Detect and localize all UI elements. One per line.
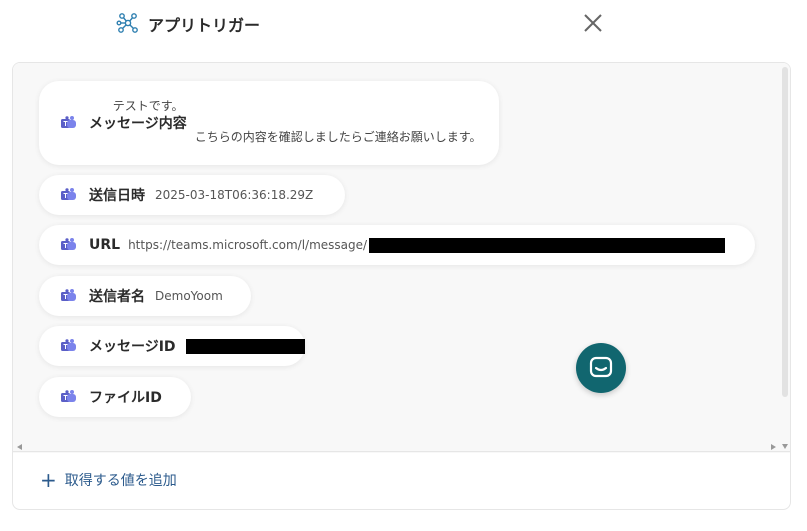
teams-icon <box>61 238 76 250</box>
teams-icon <box>61 339 76 351</box>
add-value-label: 取得する値を追加 <box>64 473 177 489</box>
field-value: https://teams.microsoft.com/l/message/ <box>128 238 368 252</box>
message-line-2: こちらの内容を確認しましたらご連絡お願いします。 <box>194 130 482 144</box>
field-file-id[interactable]: ファイルID <box>39 377 191 417</box>
field-label: 送信日時 <box>89 188 145 204</box>
field-message-content[interactable]: メッセージ内容 テストです。 こちらの内容を確認しましたらご連絡お願いします。 <box>39 81 499 165</box>
field-value: 2025-03-18T06:36:18.29Z <box>155 188 314 202</box>
field-label: メッセージ内容 <box>89 116 187 132</box>
field-sender-name[interactable]: 送信者名 DemoYoom <box>39 276 251 316</box>
teams-icon <box>61 116 76 128</box>
page-title: アプリトリガー <box>148 16 261 35</box>
field-sent-at[interactable]: 送信日時 2025-03-18T06:36:18.29Z <box>39 175 345 215</box>
redacted-block <box>185 338 305 354</box>
add-value-button[interactable]: + 取得する値を追加 <box>40 470 177 490</box>
output-panel: メッセージ内容 テストです。 こちらの内容を確認しましたらご連絡お願いします。 … <box>12 62 791 510</box>
close-icon[interactable] <box>580 10 606 36</box>
vertical-scrollbar[interactable] <box>782 67 788 441</box>
header: アプリトリガー <box>0 0 807 60</box>
teams-icon <box>61 188 76 200</box>
chat-button[interactable] <box>576 343 626 393</box>
chat-bubble-icon <box>589 356 613 378</box>
vertical-scrollbar-thumb[interactable] <box>782 67 788 397</box>
message-line-1: テストです。 <box>112 99 184 113</box>
field-value: DemoYoom <box>155 289 223 303</box>
scroll-right-arrow-icon[interactable] <box>771 444 776 450</box>
teams-icon <box>61 390 76 402</box>
scroll-down-arrow-icon[interactable] <box>782 444 788 449</box>
redacted-block <box>369 237 726 253</box>
field-label: ファイルID <box>89 390 162 406</box>
field-label: メッセージID <box>89 339 176 355</box>
field-message-id[interactable]: メッセージID <box>39 326 305 366</box>
divider <box>13 451 790 452</box>
plus-icon: + <box>40 468 57 492</box>
field-label: 送信者名 <box>89 289 145 305</box>
field-label: URL <box>89 237 121 253</box>
fields-scroll-area[interactable]: メッセージ内容 テストです。 こちらの内容を確認しましたらご連絡お願いします。 … <box>13 63 790 453</box>
network-nodes-icon <box>116 13 138 33</box>
teams-icon <box>61 289 76 301</box>
field-url[interactable]: URL https://teams.microsoft.com/l/messag… <box>39 225 755 265</box>
scroll-left-arrow-icon[interactable] <box>17 444 22 450</box>
